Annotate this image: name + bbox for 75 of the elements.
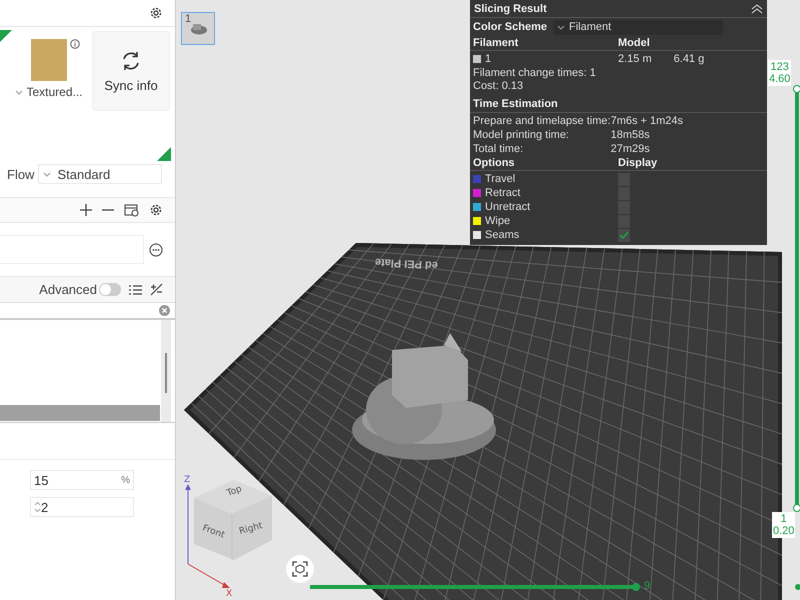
- plus-icon[interactable]: [80, 204, 92, 216]
- column-header: Display: [618, 156, 658, 170]
- section-header: Time Estimation: [473, 98, 558, 110]
- check-icon: [619, 231, 629, 239]
- slider-marker: [795, 584, 800, 590]
- column-header: Filament: [473, 36, 520, 50]
- model-thumbnail-icon: [190, 23, 208, 35]
- option-name: Unretract: [485, 200, 530, 214]
- time-value: 27m29s: [610, 142, 651, 156]
- layer-height: 0.20: [773, 525, 794, 537]
- fit-view-button[interactable]: [286, 555, 314, 583]
- list-icon[interactable]: [129, 284, 142, 296]
- cube-face-label: Top: [226, 484, 244, 499]
- slider-handle[interactable]: [793, 85, 800, 93]
- layer-slider[interactable]: [792, 84, 800, 512]
- plate-thumbnail[interactable]: 1: [181, 12, 215, 45]
- move-value: 9: [644, 580, 650, 592]
- display-checkbox[interactable]: [618, 228, 630, 242]
- time-value: 18m58s: [610, 128, 651, 142]
- advanced-label: Advanced: [39, 282, 97, 297]
- option-name: Seams: [485, 228, 520, 242]
- filament-length: 2.15 m: [618, 52, 652, 66]
- time-label: Prepare and timelapse time:: [473, 114, 611, 128]
- layer-height: 4.60: [769, 73, 790, 85]
- spinner-icon: [34, 501, 41, 513]
- display-checkbox[interactable]: [618, 172, 630, 186]
- close-icon[interactable]: [159, 305, 170, 316]
- info-icon: [70, 39, 80, 49]
- compare-icon[interactable]: [150, 283, 163, 296]
- time-label: Model printing time:: [473, 128, 570, 142]
- advanced-toggle[interactable]: [99, 283, 121, 296]
- layer-number: 1: [780, 513, 788, 525]
- slider-handle[interactable]: [793, 504, 800, 512]
- plate-label: ed PEI Plate: [374, 256, 438, 271]
- time-value: 7m6s + 1m24s: [610, 114, 684, 128]
- plate-settings-icon[interactable]: [124, 203, 139, 217]
- plate-type-dropdown[interactable]: Textured...: [26, 85, 83, 99]
- flow-dropdown[interactable]: Standard: [38, 164, 162, 184]
- filament-weight: 6.41 g: [674, 52, 704, 66]
- settings-icon[interactable]: [149, 203, 163, 217]
- scrollbar[interactable]: [161, 320, 171, 422]
- caret-icon: [43, 171, 52, 177]
- caret-icon: [15, 89, 24, 95]
- stat-text: Cost: 0.13: [473, 80, 524, 92]
- axis-label: X: [226, 589, 232, 598]
- column-header: Options: [473, 156, 516, 170]
- collapse-icon[interactable]: [751, 4, 763, 14]
- x-axis: [188, 564, 230, 588]
- cube-face-label: Right: [238, 521, 264, 537]
- color-scheme-dropdown[interactable]: Filament: [552, 20, 723, 34]
- more-icon[interactable]: [149, 242, 163, 256]
- column-header: Model: [618, 36, 651, 50]
- sync-icon: [120, 50, 142, 72]
- panel-title: Slicing Result: [474, 2, 547, 14]
- stat-text: Filament change times: 1: [473, 66, 596, 78]
- time-label: Total time:: [473, 142, 524, 156]
- filament-number: 1: [485, 52, 492, 66]
- settings-icon[interactable]: [149, 6, 163, 20]
- view-cube-drawing[interactable]: [194, 480, 272, 560]
- sync-info-button[interactable]: Sync info: [92, 31, 170, 111]
- option-name: Wipe: [485, 214, 510, 228]
- option-name: Travel: [485, 172, 516, 186]
- layer-number: 123: [770, 61, 790, 73]
- color-scheme-label: Color Scheme: [473, 21, 547, 33]
- cube-face-label: Front: [200, 523, 226, 541]
- axis-label: Z: [184, 475, 190, 485]
- caret-icon: [556, 24, 565, 30]
- corner-marker: [0, 30, 12, 42]
- plate-texture-thumbnail: [31, 39, 67, 81]
- plate-number: 1: [185, 13, 192, 25]
- infill-density-field[interactable]: 15 %: [30, 470, 134, 490]
- cube-focus-icon: [292, 561, 308, 577]
- flow-label: Flow: [7, 166, 34, 182]
- wall-loops-field[interactable]: 2: [30, 497, 134, 517]
- option-name: Retract: [485, 186, 520, 200]
